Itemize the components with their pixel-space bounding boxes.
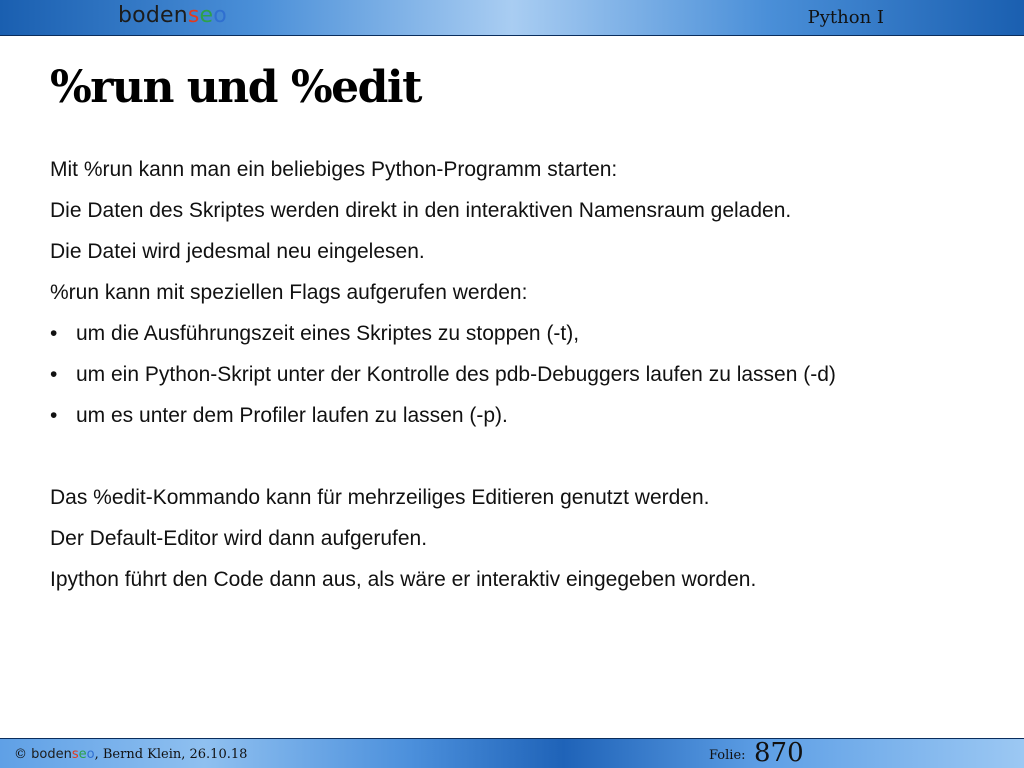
bullet-item: • um ein Python-Skript unter der Kontrol… bbox=[50, 357, 1010, 398]
course-title: Python I bbox=[807, 7, 884, 28]
logo-part-o: o bbox=[213, 3, 227, 28]
bullet-item: • um die Ausführungszeit eines Skriptes … bbox=[50, 316, 1010, 357]
logo-part-e: e bbox=[199, 3, 214, 28]
bullet-text: um die Ausführungszeit eines Skriptes zu… bbox=[76, 322, 580, 345]
bullet-text: um es unter dem Profiler laufen zu lasse… bbox=[76, 404, 508, 427]
slide-body: Mit %run kann man ein beliebiges Python-… bbox=[50, 152, 1010, 603]
slide-title: %run und %edit bbox=[50, 62, 422, 113]
logo-part-e: e bbox=[78, 747, 87, 762]
body-line: Die Daten des Skriptes werden direkt in … bbox=[50, 199, 792, 222]
logo-part-boden: boden bbox=[118, 3, 188, 28]
copyright-symbol: © bbox=[14, 747, 27, 762]
bullet-icon: • bbox=[50, 363, 58, 386]
logo-part-boden: boden bbox=[31, 747, 72, 762]
folie-label: Folie: bbox=[709, 748, 746, 763]
footer-credit: © bodenseo, Bernd Klein, 26.10.18 bbox=[14, 747, 247, 762]
bullet-text: um ein Python-Skript unter der Kontrolle… bbox=[76, 363, 836, 386]
body-line: Mit %run kann man ein beliebiges Python-… bbox=[50, 158, 618, 181]
footer-logo: bodenseo bbox=[31, 747, 94, 762]
bodenseo-logo: bodenseo bbox=[118, 3, 227, 28]
body-line: Die Datei wird jedesmal neu eingelesen. bbox=[50, 240, 425, 263]
body-line: %run kann mit speziellen Flags aufgerufe… bbox=[50, 281, 528, 304]
body-line: Das %edit-Kommando kann für mehrzeiliges… bbox=[50, 486, 710, 509]
header-bar: bodenseo Python I bbox=[0, 0, 1024, 36]
logo-part-o: o bbox=[86, 747, 95, 762]
footer-bar: © bodenseo, Bernd Klein, 26.10.18 Folie:… bbox=[0, 738, 1024, 768]
body-line: Ipython führt den Code dann aus, als wär… bbox=[50, 568, 757, 591]
body-line: Der Default-Editor wird dann aufgerufen. bbox=[50, 527, 428, 550]
logo-part-s: s bbox=[71, 747, 79, 762]
bullet-item: • um es unter dem Profiler laufen zu las… bbox=[50, 398, 1010, 439]
bullet-icon: • bbox=[50, 322, 58, 345]
slide-number: 870 bbox=[754, 738, 804, 768]
logo-part-s: s bbox=[187, 3, 200, 28]
author-date: , Bernd Klein, 26.10.18 bbox=[94, 747, 248, 762]
bullet-icon: • bbox=[50, 404, 58, 427]
